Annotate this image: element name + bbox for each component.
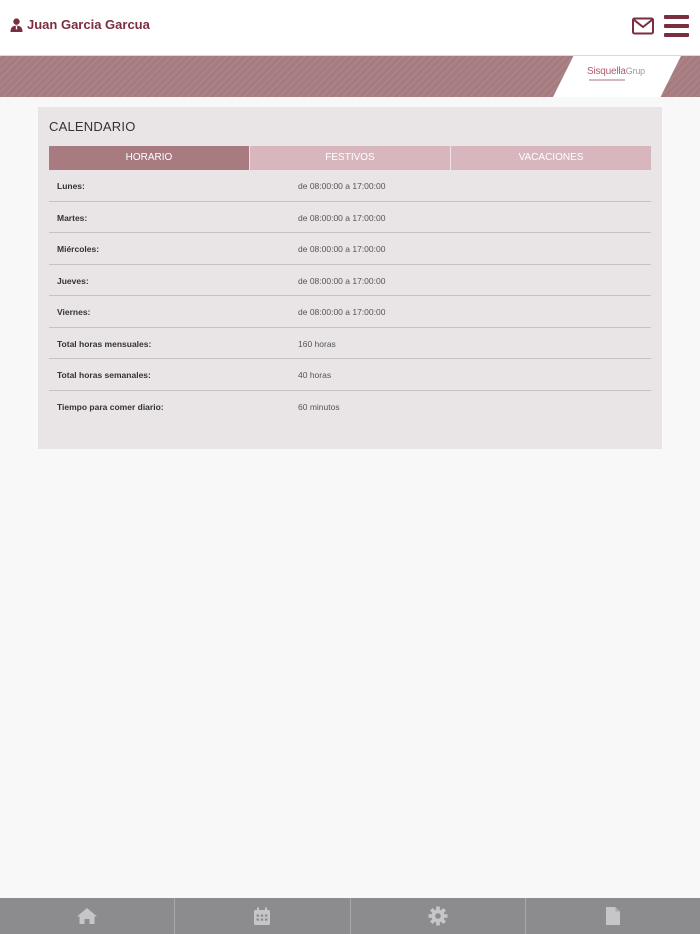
user-profile[interactable]: Juan Garcia Garcua bbox=[10, 17, 150, 32]
row-label: Martes: bbox=[57, 212, 88, 223]
row-value: 60 minutos bbox=[298, 401, 340, 412]
calendar-tabs: HORARIO FESTIVOS VACACIONES bbox=[49, 146, 651, 170]
user-icon bbox=[10, 17, 23, 32]
mail-icon[interactable] bbox=[632, 17, 654, 35]
tab-vacaciones[interactable]: VACACIONES bbox=[450, 146, 651, 170]
row-value: de 08:00:00 a 17:00:00 bbox=[298, 212, 386, 223]
table-row: Jueves: de 08:00:00 a 17:00:00 bbox=[49, 265, 651, 296]
row-label: Jueves: bbox=[57, 275, 89, 286]
table-row: Martes: de 08:00:00 a 17:00:00 bbox=[49, 202, 651, 233]
schedule-table: Lunes: de 08:00:00 a 17:00:00 Martes: de… bbox=[49, 170, 651, 422]
row-value: de 08:00:00 a 17:00:00 bbox=[298, 307, 386, 317]
nav-settings[interactable] bbox=[349, 898, 525, 934]
document-icon bbox=[605, 907, 620, 925]
bottom-navigation bbox=[0, 898, 700, 934]
top-header: Juan Garcia Garcua bbox=[0, 0, 700, 56]
row-value: 160 horas bbox=[298, 338, 336, 349]
logo-brand: Sisquella bbox=[587, 66, 626, 77]
table-row: Total horas mensuales: 160 horas bbox=[49, 328, 651, 359]
tab-festivos[interactable]: FESTIVOS bbox=[249, 146, 450, 170]
row-label: Total horas mensuales: bbox=[57, 338, 152, 349]
brand-logo: SisquellaGrup bbox=[587, 66, 645, 77]
row-label: Tiempo para comer diario: bbox=[57, 401, 164, 412]
calendar-card: CALENDARIO HORARIO FESTIVOS VACACIONES L… bbox=[38, 107, 662, 449]
table-row: Miércoles: de 08:00:00 a 17:00:00 bbox=[49, 233, 651, 265]
nav-documents[interactable] bbox=[524, 898, 700, 934]
row-label: Lunes: bbox=[57, 181, 85, 191]
table-row: Tiempo para comer diario: 60 minutos bbox=[49, 391, 651, 423]
gear-icon bbox=[428, 906, 448, 926]
tab-horario[interactable]: HORARIO bbox=[49, 146, 249, 170]
logo-suffix: Grup bbox=[625, 66, 645, 76]
calendar-icon bbox=[254, 907, 271, 925]
row-label: Viernes: bbox=[57, 307, 91, 317]
nav-calendar[interactable] bbox=[174, 898, 349, 934]
user-name: Juan Garcia Garcua bbox=[27, 17, 150, 32]
row-value: de 08:00:00 a 17:00:00 bbox=[298, 244, 386, 254]
home-icon bbox=[77, 908, 98, 924]
row-value: de 08:00:00 a 17:00:00 bbox=[298, 275, 386, 286]
row-value: 40 horas bbox=[298, 370, 332, 380]
row-label: Miércoles: bbox=[57, 244, 100, 254]
calendar-title: CALENDARIO bbox=[49, 119, 136, 134]
logo-underline bbox=[589, 79, 625, 81]
nav-home[interactable] bbox=[0, 898, 174, 934]
row-value: de 08:00:00 a 17:00:00 bbox=[298, 181, 386, 191]
table-row: Viernes: de 08:00:00 a 17:00:00 bbox=[49, 296, 651, 328]
hamburger-menu-icon[interactable] bbox=[664, 15, 689, 37]
row-label: Total horas semanales: bbox=[57, 370, 151, 380]
table-row: Total horas semanales: 40 horas bbox=[49, 359, 651, 391]
table-row: Lunes: de 08:00:00 a 17:00:00 bbox=[49, 170, 651, 202]
